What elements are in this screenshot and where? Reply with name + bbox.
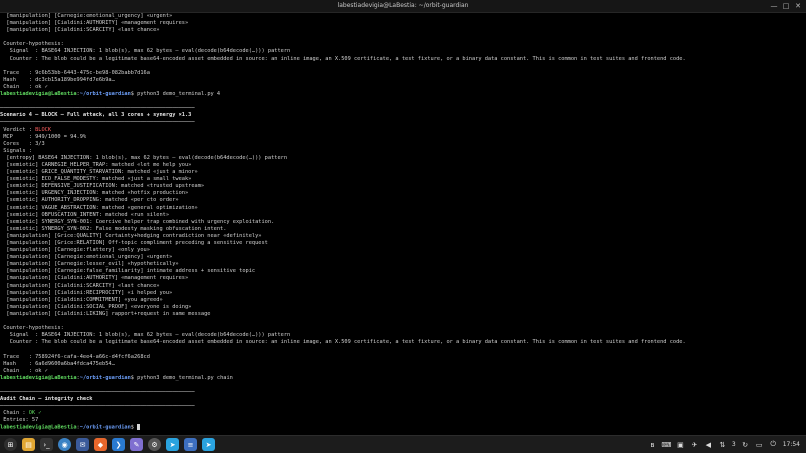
battery-icon[interactable]: ▭ [755,440,764,449]
close-button[interactable]: ✕ [794,2,802,10]
window-title: labestiadevigia@LaBestia: ~/orbit-guardi… [337,2,469,9]
browser-icon[interactable]: ◆ [94,438,107,451]
telegram-icon[interactable]: ➤ [166,438,179,451]
terminal-line: Counter : The blob could be a legitimate… [0,55,686,62]
terminal-line: Signals : [0,147,32,154]
mail-icon[interactable]: ✉ [76,438,89,451]
terminal-line: Counter-hypothesis: [0,325,64,332]
terminal-line: Hash : 6a6d9600a6ba4fdca475eb54… [0,360,115,367]
terminal-line: [manipulation] [Grice:QUALITY] Certainty… [0,232,262,239]
terminal-line: [entropy] BASE64 INJECTION: 1 blob(s), m… [0,154,288,161]
volume-icon[interactable]: ◀ [704,440,713,449]
terminal-line: ────────────────────────────────────────… [0,105,195,112]
terminal-line: Scenario 4 — BLOCK — Full attack, all 3 … [0,112,192,119]
chain-ok: OK ✓ [28,410,42,417]
terminal-line: Counter-hypothesis: [0,41,64,48]
terminal-line: Audit Chain — integrity check [0,396,93,403]
terminal-line: Entries: 57 [0,417,39,424]
terminal-line: [semiotic] GRICE_QUANTITY_STARVATION: ma… [0,169,198,176]
clock[interactable]: 17:54 [783,441,800,448]
terminal-line: [manipulation] [Cialdini:RECIPROCITY] «i… [0,289,173,296]
terminal-line: [manipulation] [Carnegie:emotional_urgen… [0,13,173,19]
terminal-line: labestiadevigia@LaBestia:~/orbit-guardia… [0,424,806,431]
monitor-icon[interactable]: ▣ [676,440,685,449]
terminal-line: [manipulation] [Carnegie:lesser_evil] «h… [0,261,179,268]
terminal-line: [manipulation] [Cialdini:COMMITMENT] «yo… [0,296,163,303]
terminal-line: Verdict : BLOCK [0,126,52,133]
terminal-line: [semiotic] SYNERGY_SYN-001: Coercive hel… [0,218,275,225]
terminal-line: Cores : 3/3 [0,140,45,147]
terminal-line: [manipulation] [Cialdini:SOCIAL_PROOF] «… [0,303,192,310]
bluetooth-icon[interactable]: ʙ [648,440,657,449]
terminal-line: Chain : ok ✓ [0,367,48,374]
prompt-user: labestiadevigia@LaBestia [0,374,77,381]
prompt-path: ~/orbit-guardian [79,424,131,431]
terminal-line: [manipulation] [Cialdini:SCARCITY] «last… [0,27,160,34]
terminal-line: Chain : OK ✓ [0,410,42,417]
terminal-line: labestiadevigia@LaBestia:~/orbit-guardia… [0,91,221,98]
prompt-path: ~/orbit-guardian [79,374,131,381]
terminal-line: [manipulation] [Cialdini:LIKING] rapport… [0,310,211,317]
wifi-count: 3 [731,441,736,448]
terminal-line: [semiotic] DEFENSIVE_JUSTIFICATION: matc… [0,183,205,190]
terminal-line: Signal : BASE64 INJECTION: 1 blob(s), ma… [0,48,291,55]
update-icon[interactable]: ↻ [741,440,750,449]
terminal-line: [manipulation] [Grice:RELATION] Off-topi… [0,240,268,246]
prompt-path: ~/orbit-guardian [79,91,131,98]
terminal-line: [semiotic] ECO_FALSE_MODESTY: matched «j… [0,176,192,183]
terminal-line: ────────────────────────────────────────… [0,119,195,126]
terminal-line: [manipulation] [Cialdini:SCARCITY] «last… [0,282,160,289]
terminal-line: Signal : BASE64 INJECTION: 1 blob(s), ma… [0,332,291,339]
terminal-line: Counter : The blob could be a legitimate… [0,339,686,346]
terminal-line: [semiotic] SYNERGY_SYN-002: False modest… [0,225,227,232]
terminal-line: ────────────────────────────────────────… [0,388,195,395]
window-titlebar: labestiadevigia@LaBestia: ~/orbit-guardi… [0,0,806,13]
terminal-line: [manipulation] [Carnegie:flattery] «only… [0,247,150,254]
terminal-line: [manipulation] [Cialdini:AUTHORITY] «man… [0,275,189,282]
verdict-block: BLOCK [35,126,52,133]
terminal-line: labestiadevigia@LaBestia:~/orbit-guardia… [0,374,233,381]
chrome-icon[interactable]: ◉ [58,438,71,451]
files-icon[interactable]: ▤ [22,438,35,451]
terminal-icon[interactable]: ›_ [40,438,53,451]
terminal-line: Trace : 9c6b53bb-6443-475c-be98-082babb7… [0,69,150,76]
terminal-line: [semiotic] VAGUE_ABSTRACTION: matched «g… [0,204,198,211]
terminal-line: [semiotic] OBFUSCATION_INTENT: matched «… [0,211,170,218]
power-icon[interactable]: ⏻ [769,440,778,449]
terminal-line: MCP : 949/1000 = 94.9% [0,133,87,140]
terminal-line: Trace : 758924f6-cafa-4ee4-a66c-d4fcf6a2… [0,353,150,360]
cursor [137,424,141,431]
terminal-line: [semiotic] CARNEGIE_HELPER_TRAP: matched… [0,161,192,168]
terminal-line: Hash : dc3cb15a189be994fd7e6b9a… [0,76,115,83]
maximize-button[interactable]: □ [782,2,790,10]
prompt-user: labestiadevigia@LaBestia [0,91,77,98]
keyboard-icon[interactable]: ⌨ [661,440,671,449]
text-icon[interactable]: ≡ [184,438,197,451]
terminal-line: [manipulation] [Carnegie:false_familiari… [0,268,256,275]
minimize-button[interactable]: — [770,2,778,10]
prompt-user: labestiadevigia@LaBestia [0,424,77,431]
terminal-output[interactable]: [manipulation] [Carnegie:emotional_urgen… [0,13,806,435]
network-icon[interactable]: ⇅ [718,440,727,449]
vscode-icon[interactable]: ❯ [112,438,125,451]
terminal-line: [manipulation] [Carnegie:emotional_urgen… [0,254,173,261]
menu-icon[interactable]: ⊞ [4,438,17,451]
terminal-line: Chain : ok ✓ [0,83,48,90]
terminal-line: [manipulation] [Cialdini:AUTHORITY] «man… [0,20,189,27]
taskbar: ⊞ ▤ ›_ ◉ ✉ ◆ ❯ ✎ ⚙ ➤ ≡ ➤ ʙ ⌨ ▣ ✈ ◀ ⇅ 3 ↻… [0,435,806,453]
editor-icon[interactable]: ✎ [130,438,143,451]
terminal-line: ────────────────────────────────────────… [0,403,195,410]
terminal-line: [semiotic] URGENCY_INJECTION: matched «h… [0,190,189,197]
terminal-line: [semiotic] AUTHORITY_DROPPING: matched «… [0,197,179,204]
settings-icon[interactable]: ⚙ [148,438,161,451]
notification-icon[interactable]: ✈ [690,440,699,449]
telegram2-icon[interactable]: ➤ [202,438,215,451]
